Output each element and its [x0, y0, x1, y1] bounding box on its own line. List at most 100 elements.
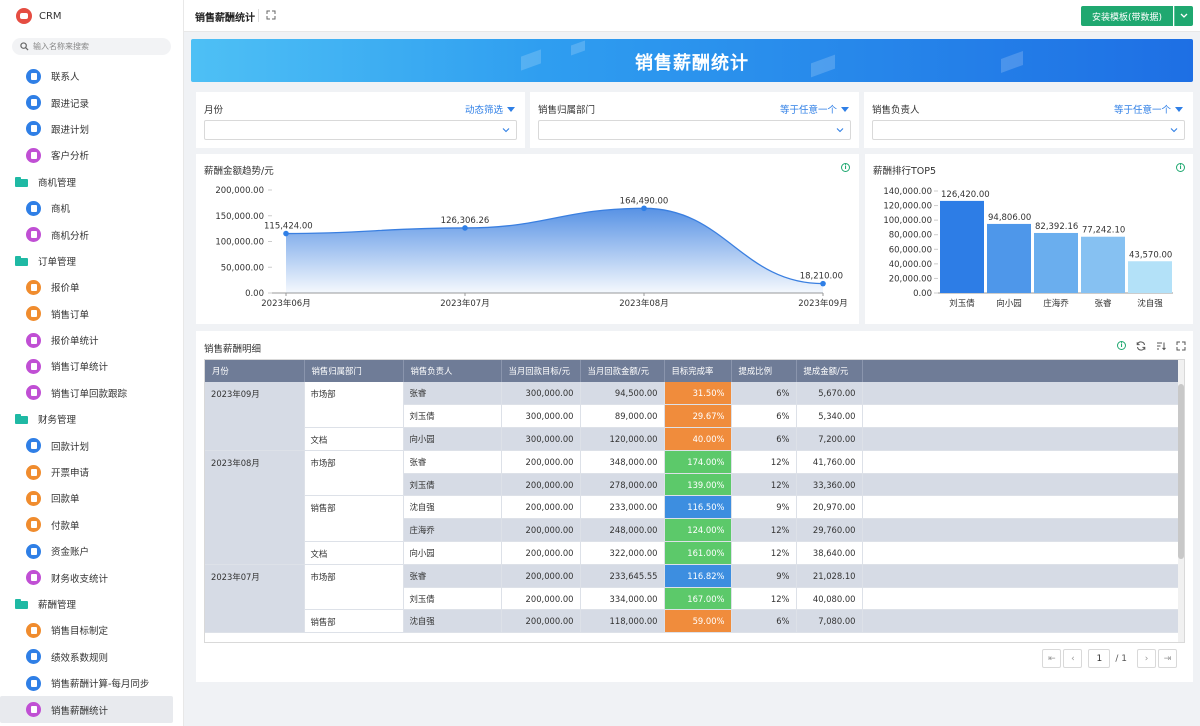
data-label: 126,306.26	[441, 216, 490, 226]
scrollbar-track[interactable]	[1178, 360, 1184, 642]
filter-mode-label: 等于任意一个	[1113, 105, 1171, 116]
sidebar-item-label: 联系人	[51, 72, 80, 84]
sidebar-item[interactable]: 销售订单统计	[0, 353, 183, 379]
scrollbar-thumb[interactable]	[1178, 384, 1184, 559]
sidebar-item[interactable]: 联系人	[0, 63, 183, 89]
cell-ratio: 6%	[731, 427, 797, 451]
search-icon	[20, 42, 29, 51]
sidebar-item[interactable]: 商机	[0, 195, 183, 221]
sidebar-item[interactable]: 客户分析	[0, 142, 183, 168]
sidebar-item[interactable]: 付款单	[0, 512, 183, 538]
cell-amount: 233,645.55	[580, 564, 665, 588]
sidebar-item[interactable]: 财务收支统计	[0, 564, 183, 590]
cell-dept: 市场部	[304, 450, 404, 497]
cell-target: 200,000.00	[501, 541, 581, 565]
sidebar-item[interactable]: 开票申请	[0, 459, 183, 485]
cell-rate: 59.00%	[664, 609, 732, 634]
cell-filler	[862, 427, 1181, 451]
table-row[interactable]: 2023年08月 市场部 张睿 200,000.00 348,000.00 174.00%…	[205, 450, 1181, 565]
cell-rate: 174.00%	[664, 450, 732, 474]
sidebar-item[interactable]: 跟进记录	[0, 89, 183, 115]
sidebar-item[interactable]: 销售订单	[0, 301, 183, 327]
fullscreen-icon[interactable]	[266, 10, 276, 20]
sidebar-item[interactable]: 销售订单回款跟踪	[0, 380, 183, 406]
detail-table-scroll[interactable]: 月份 销售归属部门 销售负责人 当月回款目标/元 当月回款金额/元 目标完成率 提成比例 提成…	[204, 359, 1185, 643]
column-header[interactable]: 目标完成率	[664, 360, 732, 382]
column-header[interactable]: 销售归属部门	[304, 360, 404, 382]
page-number-input[interactable]: 1	[1088, 649, 1111, 668]
sidebar-item[interactable]: 报价单	[0, 274, 183, 300]
cell-rate: 139.00%	[664, 473, 732, 497]
sidebar-item[interactable]: 销售目标制定	[0, 617, 183, 643]
cell-person: 向小园	[403, 541, 502, 565]
sidebar-item[interactable]: 商机分析	[0, 221, 183, 247]
filter-department: 销售归属部门 等于任意一个	[530, 92, 859, 148]
refresh-icon[interactable]	[1136, 341, 1146, 351]
column-header[interactable]: 提成金额/元	[796, 360, 863, 382]
bar	[1128, 261, 1172, 293]
cell-filler	[862, 450, 1181, 474]
filter-mode-dropdown[interactable]: 等于任意一个	[1114, 102, 1183, 116]
filter-mode-dropdown[interactable]: 动态筛选	[465, 102, 515, 116]
filter-select[interactable]	[538, 120, 851, 140]
cell-ratio: 12%	[731, 587, 797, 611]
search-input[interactable]: 输入名称来搜索	[12, 38, 171, 55]
sidebar-item[interactable]: 绩效系数规则	[0, 644, 183, 670]
sidebar-item[interactable]: 资金账户	[0, 538, 183, 564]
first-page-button[interactable]: ⇤	[1042, 649, 1062, 668]
fullscreen-icon[interactable]	[1176, 341, 1186, 351]
table-row[interactable]: 销售部 沈自强 200,000.00 233,000.00 116.50% 9% 20,97…	[205, 495, 1181, 543]
filter-select[interactable]	[872, 120, 1185, 140]
install-dropdown-button[interactable]	[1174, 6, 1193, 26]
column-header[interactable]: 月份	[205, 360, 305, 382]
column-header[interactable]: 销售负责人	[403, 360, 502, 382]
sidebar-item-label: 客户分析	[51, 151, 90, 163]
module-icon	[26, 200, 41, 216]
sidebar-item[interactable]: 跟进计划	[0, 116, 183, 142]
prev-page-button[interactable]: ‹	[1063, 649, 1083, 668]
sidebar-group[interactable]: 薪酬管理	[0, 591, 183, 617]
table-row[interactable]: 文档 向小园 300,000.00 120,000.00 40.00% 6% 7,200.0…	[205, 427, 1181, 451]
module-icon	[26, 306, 41, 322]
filter-select[interactable]	[204, 120, 517, 140]
sidebar-item-label: 回款单	[51, 494, 80, 506]
filter-mode-dropdown[interactable]: 等于任意一个	[780, 102, 849, 116]
column-header[interactable]: 提成比例	[731, 360, 797, 382]
cell-ratio: 12%	[731, 450, 797, 474]
cell-dept: 文档	[304, 427, 404, 451]
sidebar-item[interactable]: 回款单	[0, 485, 183, 511]
cell-month: 2023年08月	[205, 450, 305, 565]
cell-filler	[862, 541, 1181, 565]
last-page-button[interactable]: ⇥	[1158, 649, 1177, 668]
cell-filler	[862, 495, 1181, 520]
banner-title: 销售薪酬统计	[635, 53, 749, 74]
install-template-button[interactable]: 安装模板(带数据)	[1081, 6, 1173, 26]
cell-commission: 20,970.00	[796, 495, 863, 520]
sidebar-item[interactable]: 回款计划	[0, 432, 183, 458]
sidebar-item-label: 商机	[51, 204, 71, 216]
y-tick-label: 50,000.00	[221, 263, 264, 273]
column-header[interactable]: 当月回款金额/元	[580, 360, 665, 382]
sidebar-item[interactable]: 报价单统计	[0, 327, 183, 353]
table-row[interactable]: 文档 向小园 200,000.00 322,000.00 161.00% 12% 38,64…	[205, 541, 1181, 565]
sidebar-group[interactable]: 商机管理	[0, 169, 183, 195]
table-row[interactable]: 销售部 沈自强 200,000.00 118,000.00 59.00% 6% 7,080.…	[205, 609, 1181, 634]
cell-person: 张睿	[403, 450, 502, 474]
table-row[interactable]: 2023年07月 市场部 张睿 200,000.00 233,645.55 116.82%…	[205, 564, 1181, 634]
next-page-button[interactable]: ›	[1137, 649, 1156, 668]
module-icon	[26, 702, 41, 718]
module-icon	[26, 147, 41, 163]
sidebar-item[interactable]: 销售薪酬统计	[0, 696, 173, 723]
table-row[interactable]: 2023年09月 市场部 张睿 300,000.00 94,500.00 31.50% 6%…	[205, 382, 1181, 451]
sort-icon[interactable]	[1156, 341, 1166, 351]
sidebar-group[interactable]: 财务管理	[0, 406, 183, 432]
sidebar-item[interactable]: 销售薪酬计算-每月同步	[0, 670, 183, 696]
column-header[interactable]: 当月回款目标/元	[501, 360, 581, 382]
sidebar-item-label: 开票申请	[51, 468, 90, 480]
app-brand[interactable]: CRM	[0, 0, 183, 32]
page-title: 销售薪酬统计	[195, 13, 255, 24]
cell-target: 200,000.00	[501, 564, 581, 588]
info-icon[interactable]: i	[1117, 341, 1126, 350]
sidebar-group[interactable]: 订单管理	[0, 248, 183, 274]
y-tick-label: 100,000.00	[215, 238, 264, 248]
